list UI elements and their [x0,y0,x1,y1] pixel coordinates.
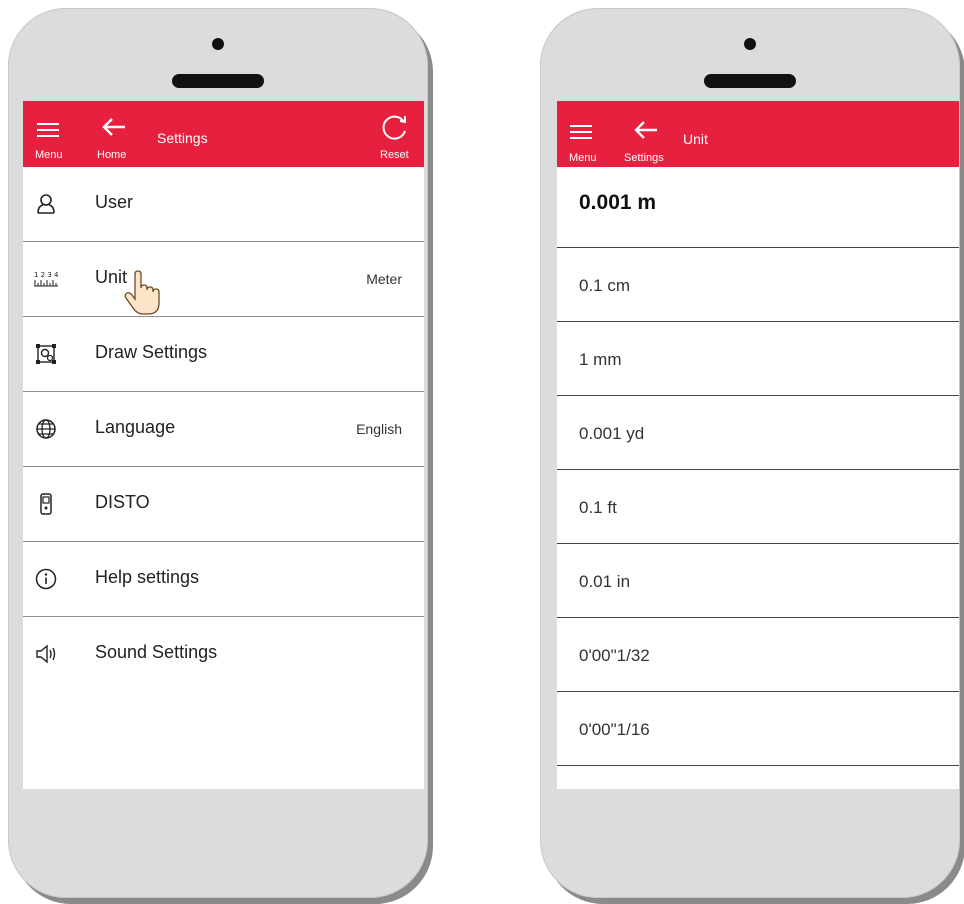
unit-option-label: 0.001 yd [579,424,645,443]
disto-device-icon [40,493,52,515]
hamburger-icon [570,125,592,139]
settings-item-unit[interactable]: 1 2 3 4 Unit Meter [23,242,424,317]
settings-back-button[interactable]: Settings [609,101,679,167]
unit-option-label: 1 mm [579,350,622,369]
reset-icon [382,115,406,140]
top-bar: Menu Settings Unit [557,101,959,167]
speaker-slot [704,74,796,88]
phone-frame-right: Menu Settings Unit 0.001 m 0.1 cm 1 mm 0… [540,8,960,898]
unit-screen: Menu Settings Unit 0.001 m 0.1 cm 1 mm 0… [557,101,959,789]
camera-dot [744,38,756,50]
tap-hand-cursor-icon [124,270,160,315]
home-caption: Home [97,149,127,161]
menu-caption: Menu [35,149,63,161]
unit-option-selected[interactable]: 0.001 m [557,167,959,248]
settings-item-sound-settings[interactable]: Sound Settings [23,617,424,691]
svg-text:1 2 3 4: 1 2 3 4 [34,271,59,279]
info-icon [35,568,57,590]
page-title: Settings [157,130,208,146]
speaker-icon [36,644,56,664]
back-arrow-icon [634,121,657,139]
unit-option-label: 0.1 cm [579,276,631,295]
reset-caption: Reset [380,149,409,161]
top-bar: Menu Home Settings Reset [23,101,424,167]
unit-option[interactable]: 0.1 cm [557,248,959,322]
unit-option[interactable]: 1 mm [557,322,959,396]
settings-item-draw-settings[interactable]: Draw Settings [23,317,424,392]
settings-item-value: Meter [366,271,402,287]
settings-item-label: DISTO [95,492,150,512]
speaker-slot [172,74,264,88]
menu-caption: Menu [569,152,597,164]
ruler-icon: 1 2 3 4 [34,271,59,287]
unit-option[interactable]: 0.1 ft [557,470,959,544]
unit-option-label: 0.01 in [579,572,631,591]
settings-caption: Settings [624,152,664,164]
settings-item-label: User [95,192,134,212]
phone-frame-left: Menu Home Settings Reset User 1 2 3 4 Un… [8,8,428,898]
settings-item-label: Sound Settings [95,642,218,662]
unit-option[interactable]: 0.01 in [557,544,959,618]
settings-screen: Menu Home Settings Reset User 1 2 3 4 Un… [23,101,424,789]
home-back-button[interactable]: Home [85,101,145,167]
reset-button[interactable]: Reset [363,101,424,167]
settings-item-value: English [356,421,402,437]
unit-option-label: 0.001 m [579,191,657,214]
settings-item-label: Language [95,417,176,437]
unit-option[interactable]: 0'00"1/32 [557,618,959,692]
unit-option[interactable]: 0.001 yd [557,396,959,470]
hamburger-icon [37,123,59,137]
unit-option-label: 0'00"1/16 [579,720,650,739]
back-arrow-icon [102,118,125,136]
globe-icon [36,419,56,439]
camera-dot [212,38,224,50]
page-title: Unit [683,131,708,147]
settings-item-language[interactable]: Language English [23,392,424,467]
settings-item-help-settings[interactable]: Help settings [23,542,424,617]
settings-item-user[interactable]: User [23,167,424,242]
settings-item-disto[interactable]: DISTO [23,467,424,542]
unit-option[interactable]: 0'00"1/16 [557,692,959,766]
unit-option-label: 0.1 ft [579,498,617,517]
unit-option-label: 0'00"1/32 [579,646,650,665]
menu-button[interactable]: Menu [23,101,73,167]
settings-item-label: Help settings [95,567,200,587]
user-icon [37,194,55,214]
draw-settings-icon [36,344,56,364]
menu-button[interactable]: Menu [557,101,607,167]
settings-item-label: Draw Settings [95,342,208,362]
